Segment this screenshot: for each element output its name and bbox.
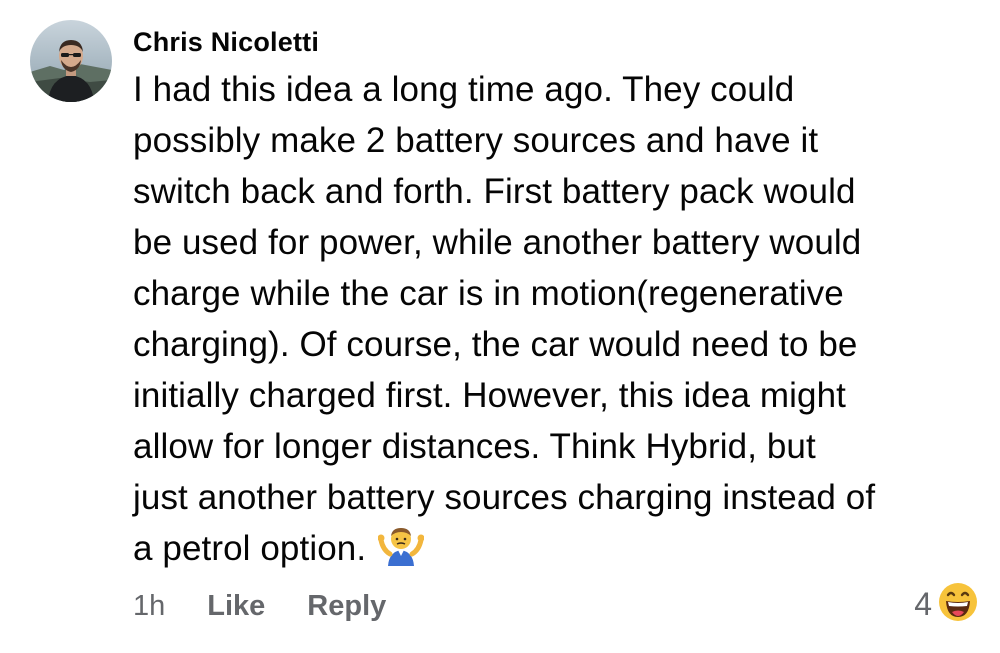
haha-face-icon xyxy=(936,580,980,629)
person-shrugging-icon xyxy=(377,526,425,566)
like-button[interactable]: Like xyxy=(207,590,265,623)
author-name[interactable]: Chris Nicoletti xyxy=(133,22,983,62)
timestamp[interactable]: 1h xyxy=(133,590,165,623)
reaction-summary[interactable]: 4 xyxy=(914,580,980,628)
reply-button[interactable]: Reply xyxy=(307,590,386,623)
comment-content: Chris Nicoletti I had this idea a long t… xyxy=(133,22,983,574)
profile-photo xyxy=(30,20,112,102)
comment-text: I had this idea a long time ago. They co… xyxy=(133,70,876,568)
reaction-count: 4 xyxy=(914,585,932,622)
avatar[interactable] xyxy=(30,20,112,102)
comment-actions: 1h Like Reply xyxy=(133,583,428,629)
comment-body: I had this idea a long time ago. They co… xyxy=(133,64,983,574)
